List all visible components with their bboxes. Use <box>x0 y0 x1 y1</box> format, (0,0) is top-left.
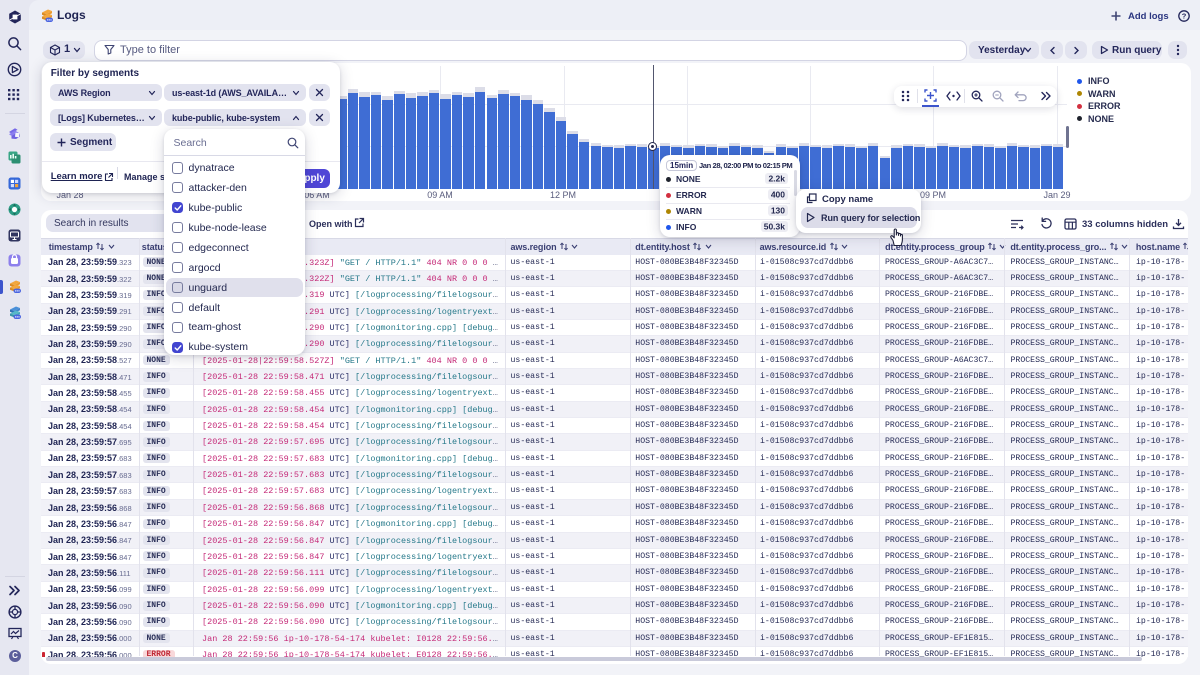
svg-text:?: ? <box>1182 12 1187 21</box>
